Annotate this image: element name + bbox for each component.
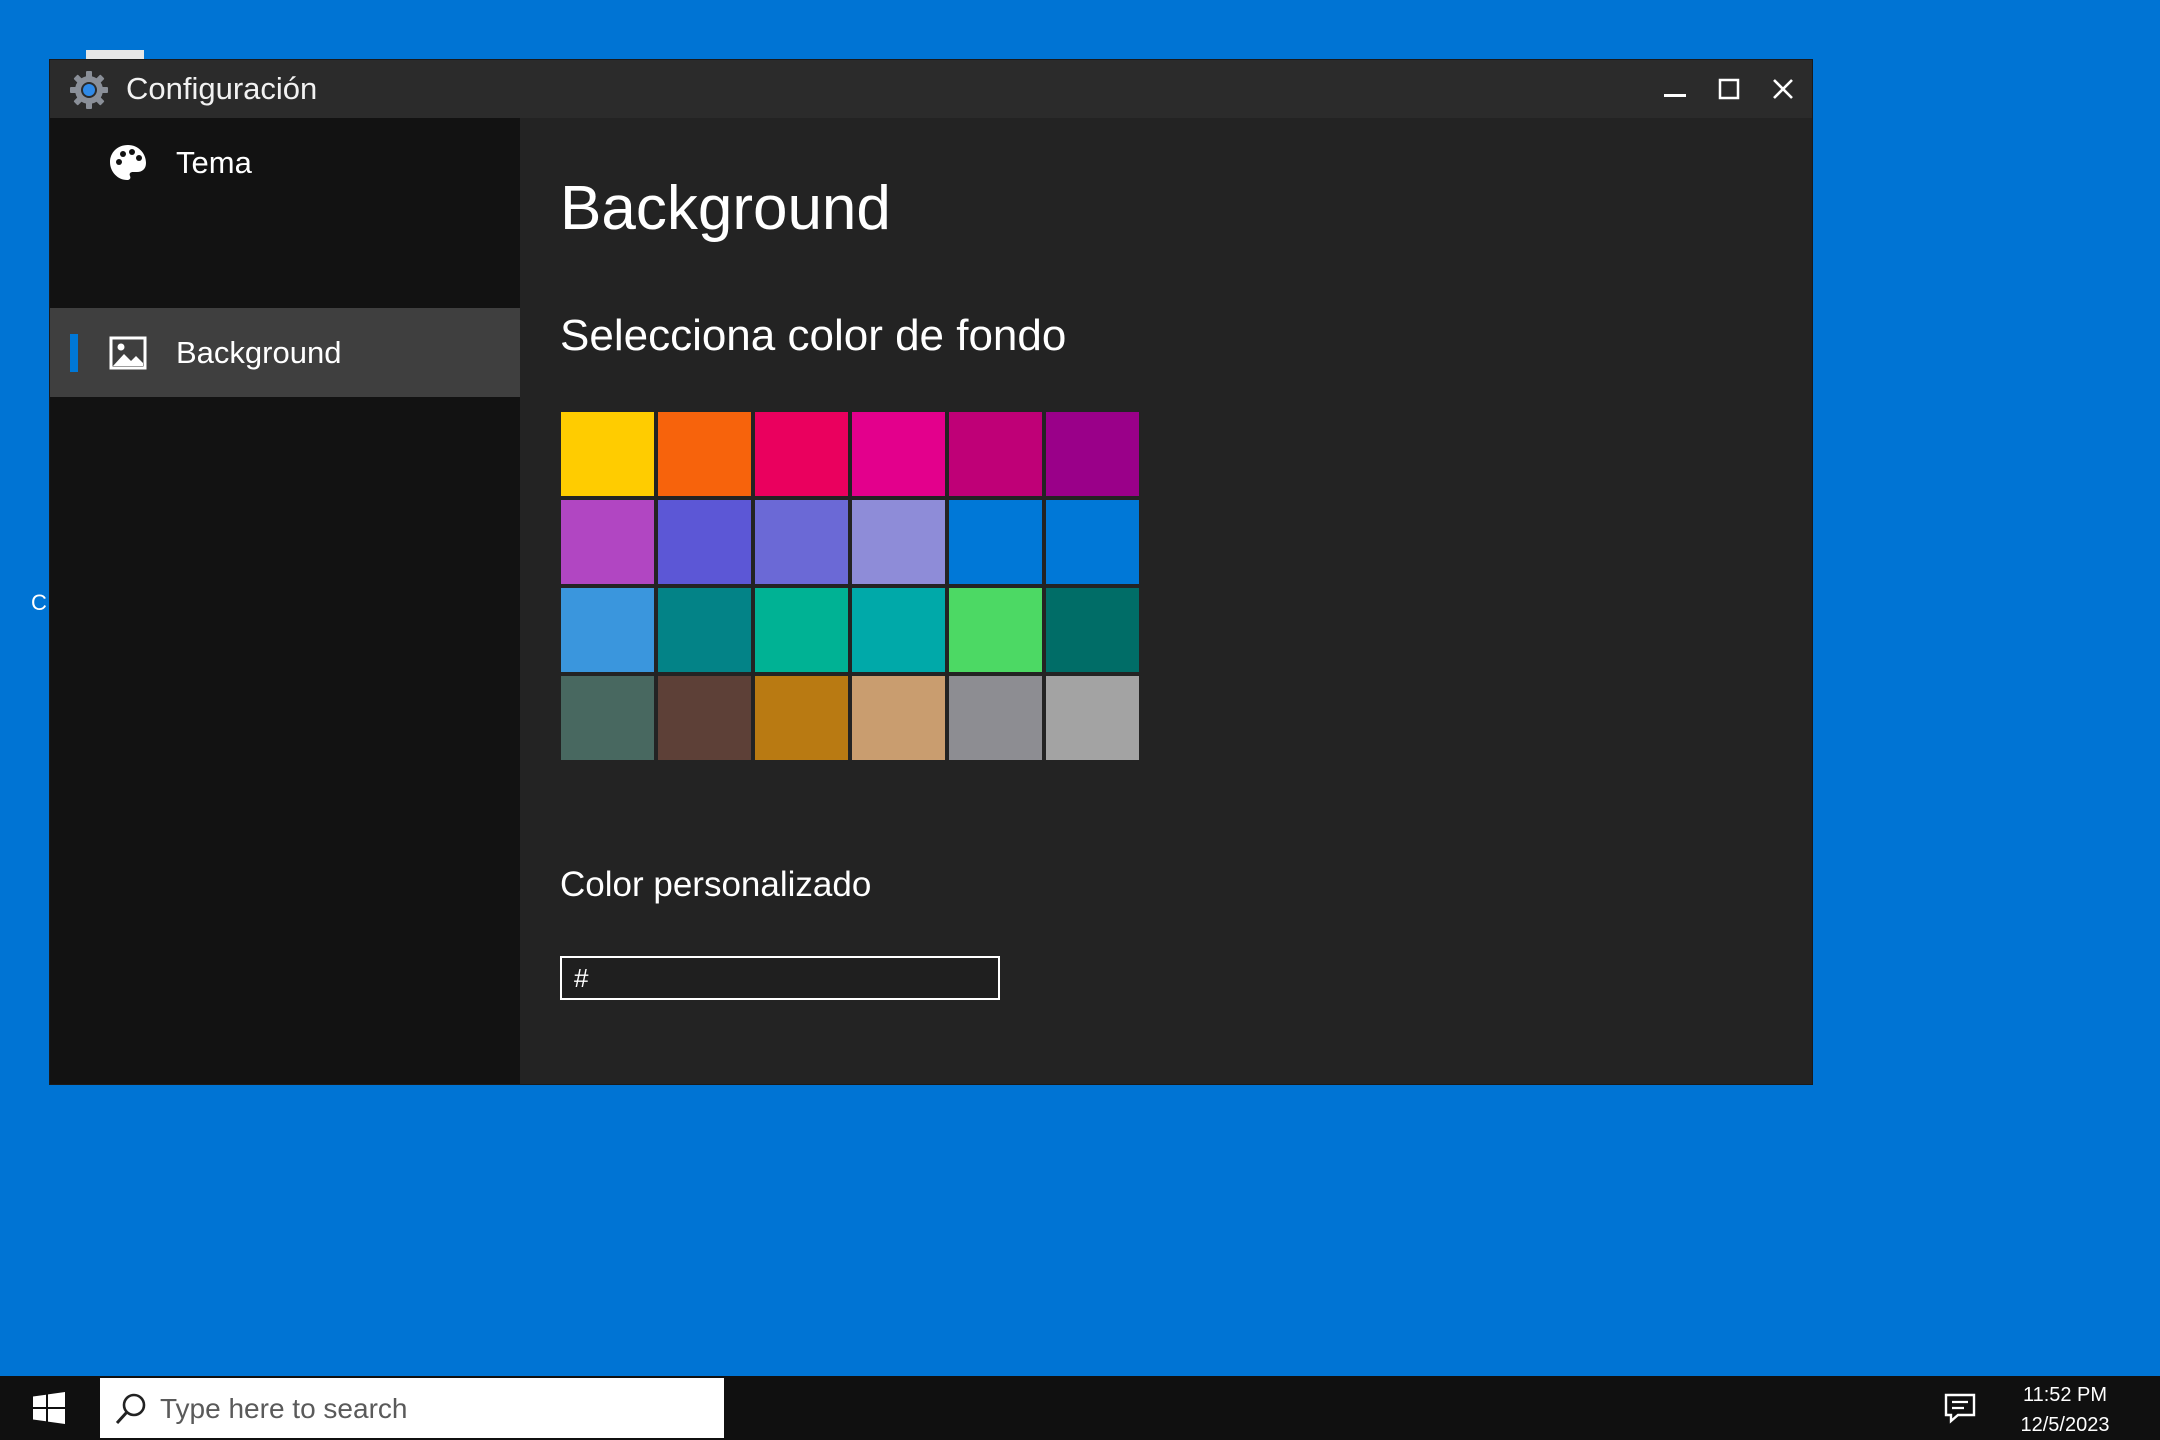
color-swatch[interactable]: [852, 500, 945, 584]
color-swatch[interactable]: [852, 412, 945, 496]
title-bar[interactable]: Configuración: [50, 60, 1812, 118]
close-icon: [1773, 79, 1793, 99]
color-swatch[interactable]: [561, 412, 654, 496]
minimize-icon: [1664, 94, 1686, 97]
color-swatch[interactable]: [658, 412, 751, 496]
close-button[interactable]: [1756, 60, 1810, 118]
minimize-button[interactable]: [1648, 60, 1702, 118]
search-icon: [115, 1393, 146, 1425]
maximize-icon: [1718, 78, 1740, 100]
window-title: Configuración: [126, 71, 318, 106]
color-swatch[interactable]: [561, 500, 654, 584]
color-palette: [561, 412, 1139, 760]
color-swatch[interactable]: [852, 676, 945, 760]
color-swatch[interactable]: [658, 588, 751, 672]
color-swatch[interactable]: [755, 500, 848, 584]
sidebar: Tema Background: [50, 118, 520, 1084]
color-swatch[interactable]: [755, 676, 848, 760]
start-button[interactable]: [0, 1376, 98, 1440]
maximize-button[interactable]: [1702, 60, 1756, 118]
search-input[interactable]: [158, 1378, 722, 1440]
color-swatch[interactable]: [561, 588, 654, 672]
sidebar-item-background[interactable]: Background: [50, 308, 520, 397]
custom-color-label: Color personalizado: [560, 865, 872, 904]
desktop-icon-label[interactable]: C: [31, 590, 47, 616]
hex-color-input[interactable]: [588, 961, 998, 995]
content-pane: Background Selecciona color de fondo Col…: [520, 118, 1812, 1084]
clock-time: 11:52 PM: [2022, 1384, 2108, 1406]
settings-window: Configuración Tema Background Background…: [50, 60, 1812, 1084]
custom-color-field[interactable]: #: [560, 956, 1000, 1000]
color-swatch[interactable]: [949, 500, 1042, 584]
color-swatch[interactable]: [755, 412, 848, 496]
taskbar-search-box[interactable]: [100, 1378, 724, 1440]
color-swatch[interactable]: [1046, 412, 1139, 496]
sidebar-item-tema[interactable]: Tema: [50, 118, 520, 207]
color-swatch[interactable]: [949, 412, 1042, 496]
selection-indicator: [70, 334, 78, 372]
notifications-icon[interactable]: [1942, 1390, 1978, 1426]
color-swatch[interactable]: [561, 676, 654, 760]
windows-logo-icon: [33, 1392, 65, 1424]
color-swatch[interactable]: [1046, 588, 1139, 672]
color-swatch[interactable]: [949, 676, 1042, 760]
settings-gear-icon: [70, 71, 108, 109]
hex-prefix: #: [574, 962, 589, 993]
color-swatch[interactable]: [658, 676, 751, 760]
taskbar: 11:52 PM 12/5/2023: [0, 1376, 2160, 1440]
section-title: Selecciona color de fondo: [560, 311, 1067, 360]
color-swatch[interactable]: [658, 500, 751, 584]
color-swatch[interactable]: [755, 588, 848, 672]
color-swatch[interactable]: [949, 588, 1042, 672]
sidebar-item-label: Background: [176, 334, 342, 370]
page-title: Background: [560, 174, 891, 243]
image-icon: [109, 336, 147, 369]
color-swatch[interactable]: [1046, 676, 1139, 760]
taskbar-clock[interactable]: 11:52 PM 12/5/2023: [2010, 1380, 2120, 1440]
palette-icon: [110, 144, 146, 180]
color-swatch[interactable]: [852, 588, 945, 672]
color-swatch[interactable]: [1046, 500, 1139, 584]
clock-date: 12/5/2023: [2020, 1414, 2110, 1436]
sidebar-item-label: Tema: [176, 144, 252, 180]
